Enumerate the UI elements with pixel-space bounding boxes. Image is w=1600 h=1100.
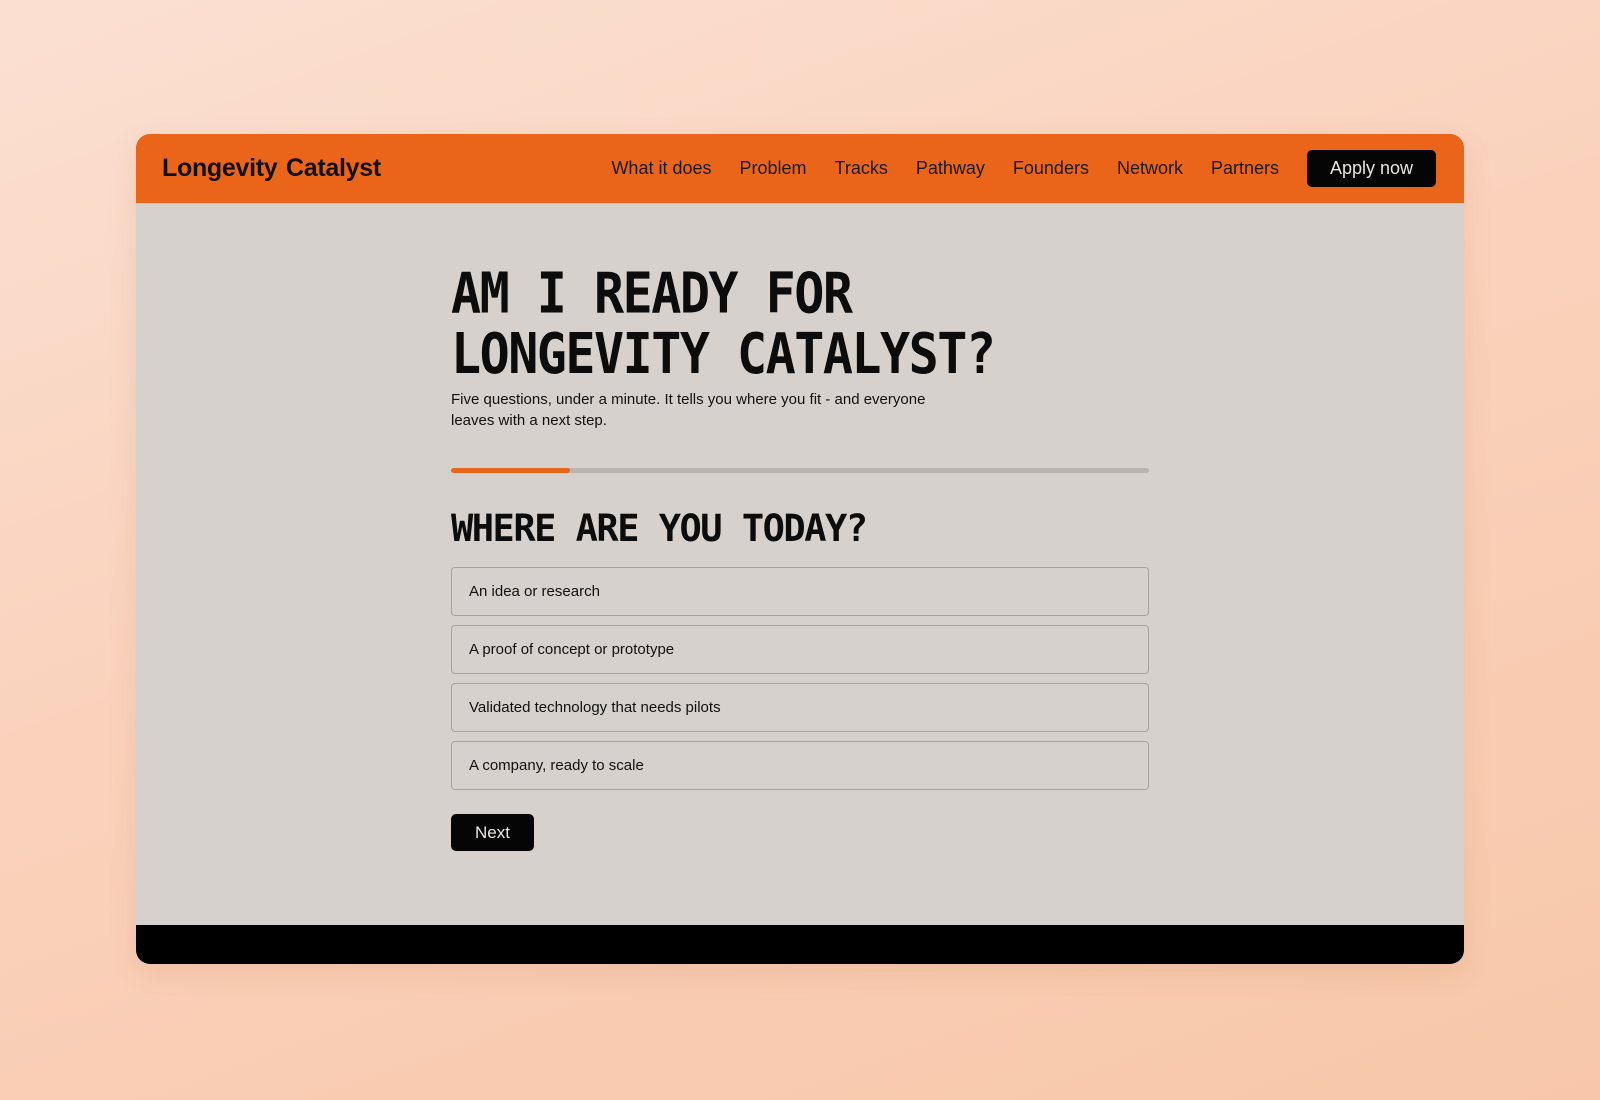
nav-link-pathway[interactable]: Pathway	[916, 158, 985, 179]
answer-option-idea[interactable]: An idea or research	[451, 567, 1149, 616]
page-subtitle: Five questions, under a minute. It tells…	[451, 391, 926, 429]
page-title: AM I READY FOR LONGEVITY CATALYST?	[451, 260, 996, 387]
apply-now-button[interactable]: Apply now	[1307, 150, 1436, 187]
question-title: WHERE ARE YOU TODAY?	[451, 507, 868, 550]
answer-option-prototype[interactable]: A proof of concept or prototype	[451, 625, 1149, 674]
main-nav: What it does Problem Tracks Pathway Foun…	[583, 150, 1436, 187]
site-header: Longevity Catalyst What it does Problem …	[136, 134, 1464, 203]
nav-link-tracks[interactable]: Tracks	[835, 158, 888, 179]
nav-link-problem[interactable]: Problem	[739, 158, 806, 179]
answer-options: An idea or research A proof of concept o…	[451, 567, 1149, 790]
nav-link-partners[interactable]: Partners	[1211, 158, 1279, 179]
nav-link-what-it-does[interactable]: What it does	[611, 158, 711, 179]
quiz-section: AM I READY FOR LONGEVITY CATALYST? Five …	[136, 203, 1464, 925]
quiz-content: AM I READY FOR LONGEVITY CATALYST? Five …	[451, 263, 1149, 851]
nav-link-founders[interactable]: Founders	[1013, 158, 1089, 179]
quiz-progress-fill	[451, 468, 570, 473]
site-footer	[136, 925, 1464, 964]
brand-logo[interactable]: Longevity Catalyst	[162, 154, 381, 183]
browser-window: Longevity Catalyst What it does Problem …	[136, 134, 1464, 964]
nav-link-network[interactable]: Network	[1117, 158, 1183, 179]
next-button[interactable]: Next	[451, 814, 534, 851]
answer-option-company[interactable]: A company, ready to scale	[451, 741, 1149, 790]
quiz-progress-bar	[451, 468, 1149, 473]
answer-option-validated[interactable]: Validated technology that needs pilots	[451, 683, 1149, 732]
